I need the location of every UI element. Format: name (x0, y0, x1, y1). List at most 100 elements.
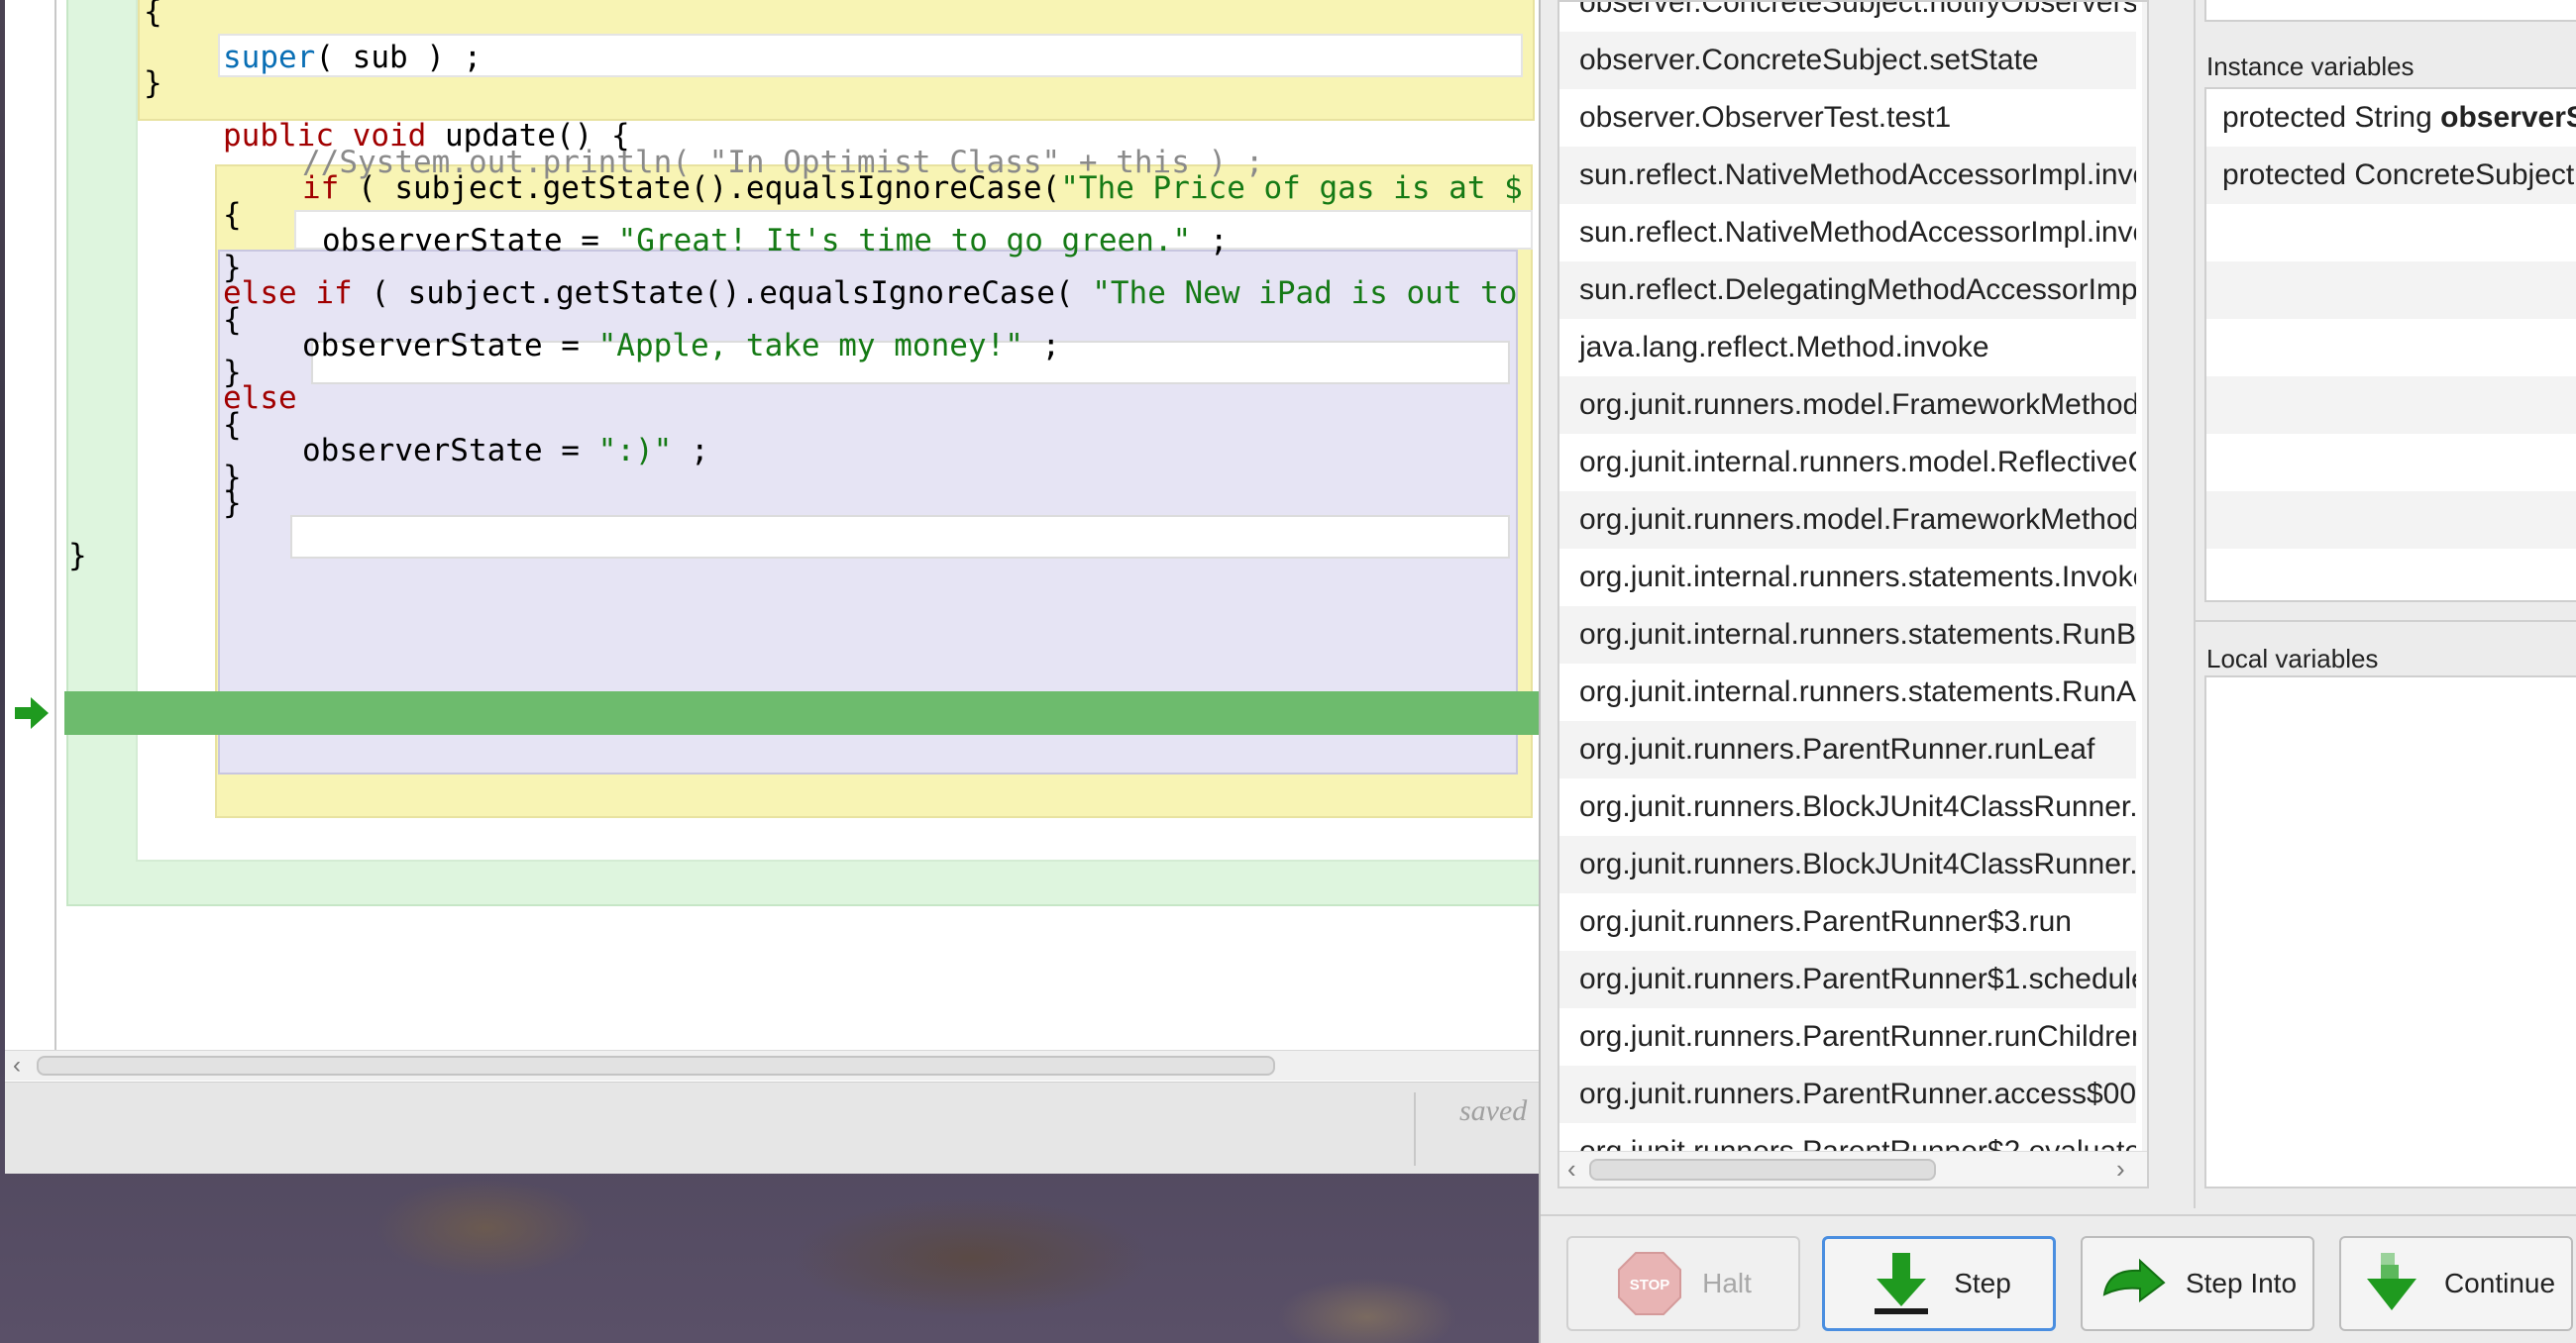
call-stack-item[interactable]: org.junit.runners.ParentRunner.runLeaf (1559, 721, 2136, 778)
empty-row (2206, 204, 2576, 261)
call-stack-item[interactable]: org.junit.runners.model.FrameworkMethod.… (1559, 491, 2136, 549)
code-text: ( sub ) ; (315, 40, 483, 75)
keyword: if (302, 170, 340, 206)
stop-sign-icon: STOP (1618, 1252, 1682, 1315)
editor-horizontal-scrollbar[interactable]: ‹ (5, 1050, 1539, 1081)
status-divider (1414, 1092, 1416, 1166)
code-line-else-if: else if ( subject.getState().equalsIgnor… (223, 271, 1517, 315)
variables-divider[interactable] (2195, 620, 2576, 622)
call-stack-vertical-scrollbar[interactable]: ⌄ (2142, 2, 2149, 1151)
code-area[interactable]: { super( sub ) ; } public void update() … (56, 0, 1539, 1050)
call-stack-item[interactable]: sun.reflect.NativeMethodAccessorImpl.inv… (1559, 147, 2136, 204)
saved-status-label: saved (1459, 1094, 1528, 1127)
debugger-window: observer.ConcreteSubject.notifyObservers… (1539, 0, 2576, 1343)
step-into-button[interactable]: Step Into (2081, 1236, 2314, 1331)
continue-button[interactable]: Continue (2339, 1236, 2573, 1331)
string-literal: "The New iPad is out to (1092, 275, 1518, 311)
instance-variable-row[interactable]: protected String observerState (2206, 89, 2576, 147)
code-line-assign-3: observerState = ":)" ; (302, 429, 709, 472)
empty-row (2206, 261, 2576, 319)
code-line: } (68, 538, 87, 573)
call-stack-item[interactable]: org.junit.runners.ParentRunner$3.run (1559, 893, 2136, 951)
code-line-assign-2: observerState = "Apple, take my money!" … (302, 324, 1060, 367)
call-stack-horizontal-scrollbar[interactable]: ‹ › (1559, 1151, 2147, 1187)
call-stack-panel: observer.ConcreteSubject.notifyObservers… (1557, 0, 2149, 1188)
scroll-left-icon[interactable]: ‹ (13, 1051, 21, 1081)
code-line: } (144, 65, 162, 101)
code-line: } (223, 485, 242, 521)
keyword: else if (223, 275, 353, 311)
code-line-assign-1: observerState = "Great! It's time to go … (322, 219, 1229, 262)
variable-name: observerState (2440, 101, 2576, 134)
code-text: ; (1022, 328, 1061, 363)
static-variables-box (2204, 0, 2576, 22)
call-stack-item[interactable]: org.junit.internal.runners.model.Reflect… (1559, 434, 2136, 491)
code-line-if: if ( subject.getState().equalsIgnoreCase… (302, 166, 1523, 210)
code-text: ; (672, 433, 709, 468)
variables-panel: Instance variables protected String obse… (2195, 0, 2576, 1208)
current-execution-line (64, 691, 1539, 735)
local-variables-list[interactable] (2204, 675, 2576, 1188)
editor-window: { super( sub ) ; } public void update() … (5, 0, 1539, 1174)
call-stack-item[interactable]: org.junit.runners.BlockJUnit4ClassRunner… (1559, 778, 2136, 836)
call-stack-item[interactable]: org.junit.runners.BlockJUnit4ClassRunner… (1559, 836, 2136, 893)
scroll-right-icon[interactable]: › (2116, 1154, 2125, 1185)
empty-row (2206, 376, 2576, 434)
call-stack-item[interactable]: sun.reflect.NativeMethodAccessorImpl.inv… (1559, 204, 2136, 261)
step-down-arrow-icon (1875, 1253, 1929, 1314)
instance-variables-label: Instance variables (2206, 52, 2415, 81)
continue-arrows-icon (2366, 1253, 2416, 1310)
step-button[interactable]: Step (1822, 1236, 2056, 1331)
local-variables-label: Local variables (2206, 644, 2379, 673)
string-literal: "Apple, take my money!" (597, 328, 1023, 363)
code-text: observerState = (322, 223, 618, 258)
call-stack-item[interactable]: org.junit.runners.ParentRunner.runChildr… (1559, 1008, 2136, 1066)
instance-variable-row[interactable]: protected ConcreteSubject subject (2206, 147, 2576, 204)
call-stack-item[interactable]: org.junit.internal.runners.statements.In… (1559, 549, 2136, 606)
call-stack-item[interactable]: org.junit.internal.runners.statements.Ru… (1559, 606, 2136, 664)
string-literal: "Great! It's time to go green." (617, 223, 1192, 258)
call-stack-item[interactable]: observer.ConcreteSubject.notifyObservers (1559, 2, 2136, 32)
code-line: { (223, 407, 242, 443)
statement-box-2 (290, 515, 1510, 559)
scrollbar-thumb[interactable] (2148, 12, 2149, 933)
call-stack-item[interactable]: org.junit.runners.ParentRunner.access$00… (1559, 1066, 2136, 1123)
instance-variables-list[interactable]: protected String observerState protected… (2204, 87, 2576, 602)
variable-declaration: protected ConcreteSubject (2222, 158, 2576, 191)
panel-splitter[interactable] (2185, 0, 2204, 1208)
code-text: observerState = (302, 328, 598, 363)
call-stack-item[interactable]: sun.reflect.DelegatingMethodAccessorImpl… (1559, 261, 2136, 319)
editor-gutter[interactable] (5, 0, 56, 1050)
call-stack-item[interactable]: observer.ConcreteSubject.setState (1559, 32, 2136, 89)
call-stack-item[interactable]: org.junit.runners.ParentRunner$1.schedul… (1559, 951, 2136, 1008)
string-literal: ":)" (597, 433, 673, 468)
editor-status-bar: saved (5, 1082, 1539, 1174)
code-text: ( subject.getState().equalsIgnoreCase( (352, 275, 1093, 311)
debugger-controls: STOP Halt Step Step Into Continue (1541, 1214, 2576, 1343)
halt-button-label: Halt (1702, 1268, 1752, 1298)
call-stack-item[interactable]: org.junit.internal.runners.statements.Ru… (1559, 664, 2136, 721)
execution-pointer-icon (15, 697, 49, 729)
continue-button-label: Continue (2443, 1268, 2556, 1298)
call-stack-list[interactable]: observer.ConcreteSubject.notifyObservers… (1559, 2, 2136, 1181)
step-into-button-label: Step Into (2185, 1268, 2298, 1298)
scroll-left-icon[interactable]: ‹ (1567, 1154, 1576, 1185)
step-button-label: Step (1954, 1268, 2011, 1298)
keyword: super (223, 40, 316, 75)
splitter-line (2194, 0, 2196, 1208)
call-stack-item[interactable]: org.junit.runners.model.FrameworkMethod$… (1559, 376, 2136, 434)
string-literal: "The Price of gas is at $ (1060, 170, 1523, 206)
code-line: { (223, 197, 242, 233)
variable-declaration: protected String (2222, 101, 2441, 134)
code-text: observerState = (302, 433, 598, 468)
scrollbar-thumb[interactable] (1589, 1159, 1936, 1181)
code-line: { (144, 0, 162, 30)
chevron-down-icon[interactable]: ⌄ (2146, 1119, 2147, 1148)
call-stack-item[interactable]: observer.ObserverTest.test1 (1559, 89, 2136, 147)
scrollbar-thumb[interactable] (37, 1056, 1275, 1076)
stop-icon-text: STOP (1630, 1277, 1670, 1293)
step-into-arrow-icon (2102, 1258, 2166, 1302)
call-stack-item[interactable]: java.lang.reflect.Method.invoke (1559, 319, 2136, 376)
code-line: { (223, 302, 242, 338)
halt-button[interactable]: STOP Halt (1566, 1236, 1800, 1331)
